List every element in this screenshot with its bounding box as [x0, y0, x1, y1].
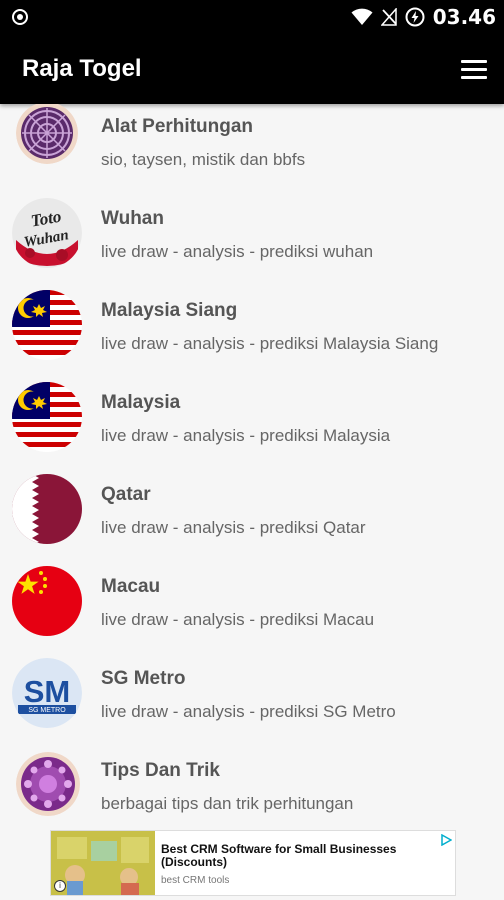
item-subtitle: live draw - analysis - prediksi SG Metro: [101, 702, 396, 721]
ad-banner[interactable]: i Best CRM Software for Small Businesses…: [50, 830, 456, 896]
clock: 03.46: [432, 5, 496, 29]
purple-flower-icon: [16, 752, 80, 816]
list-item-macau[interactable]: Macau live draw - analysis - prediksi Ma…: [0, 556, 504, 648]
ad-info-icon[interactable]: i: [54, 880, 66, 892]
china-flag-icon: [12, 566, 82, 636]
svg-text:SM: SM: [24, 674, 71, 709]
item-title: Malaysia Siang: [101, 300, 238, 321]
ad-image: [51, 831, 155, 895]
menu-list: Alat Perhitungan sio, taysen, mistik dan…: [0, 104, 504, 830]
list-item-wuhan[interactable]: Toto Wuhan Wuhan live draw - analysis - …: [0, 188, 504, 280]
item-title: SG Metro: [101, 668, 186, 689]
app-bar: Raja Togel: [0, 34, 504, 104]
item-title: Tips Dan Trik: [101, 760, 220, 781]
svg-text:SG METRO: SG METRO: [28, 707, 66, 714]
item-subtitle: berbagai tips dan trik perhitungan: [101, 794, 354, 813]
list-item-sg-metro[interactable]: SM SG METRO SG Metro live draw - analysi…: [0, 648, 504, 740]
ad-source: best CRM tools: [161, 875, 230, 886]
list-item-tips-dan-trik[interactable]: Tips Dan Trik berbagai tips dan trik per…: [0, 740, 504, 830]
item-title: Alat Perhitungan: [101, 116, 254, 137]
malaysia-flag-icon: [12, 382, 82, 452]
sg-metro-logo: SM SG METRO: [12, 658, 82, 728]
item-title: Qatar: [101, 484, 151, 505]
item-subtitle: live draw - analysis - prediksi Macau: [101, 610, 375, 629]
battery-saver-icon: [405, 7, 425, 27]
item-subtitle: live draw - analysis - prediksi Malaysia: [101, 426, 391, 445]
item-subtitle: live draw - analysis - prediksi Malaysia…: [101, 334, 439, 353]
item-title: Malaysia: [101, 392, 181, 413]
notification-icon: [12, 9, 28, 25]
purple-mandala-icon: [16, 104, 78, 164]
wifi-icon: [351, 8, 373, 25]
list-item-malaysia-siang[interactable]: Malaysia Siang live draw - analysis - pr…: [0, 280, 504, 372]
list-item-alat-perhitungan[interactable]: Alat Perhitungan sio, taysen, mistik dan…: [0, 104, 504, 188]
hamburger-menu-icon[interactable]: [458, 56, 490, 84]
list-item-malaysia[interactable]: Malaysia live draw - analysis - prediksi…: [0, 372, 504, 464]
toto-wuhan-logo: Toto Wuhan: [12, 198, 82, 268]
item-subtitle: live draw - analysis - prediksi wuhan: [101, 242, 374, 261]
status-bar: 03.46: [0, 0, 504, 34]
status-icons: 03.46: [351, 5, 496, 29]
app-title: Raja Togel: [22, 55, 142, 82]
ad-title: Best CRM Software for Small Businesses (…: [161, 842, 397, 869]
item-subtitle: sio, taysen, mistik dan bbfs: [101, 150, 306, 169]
no-signal-icon: [380, 8, 397, 26]
item-title: Macau: [101, 576, 161, 597]
item-title: Wuhan: [101, 208, 164, 229]
qatar-flag-icon: [12, 474, 82, 544]
list-item-qatar[interactable]: Qatar live draw - analysis - prediksi Qa…: [0, 464, 504, 556]
ad-choices-icon[interactable]: [440, 834, 452, 846]
malaysia-flag-icon: [12, 290, 82, 360]
item-subtitle: live draw - analysis - prediksi Qatar: [101, 518, 366, 537]
